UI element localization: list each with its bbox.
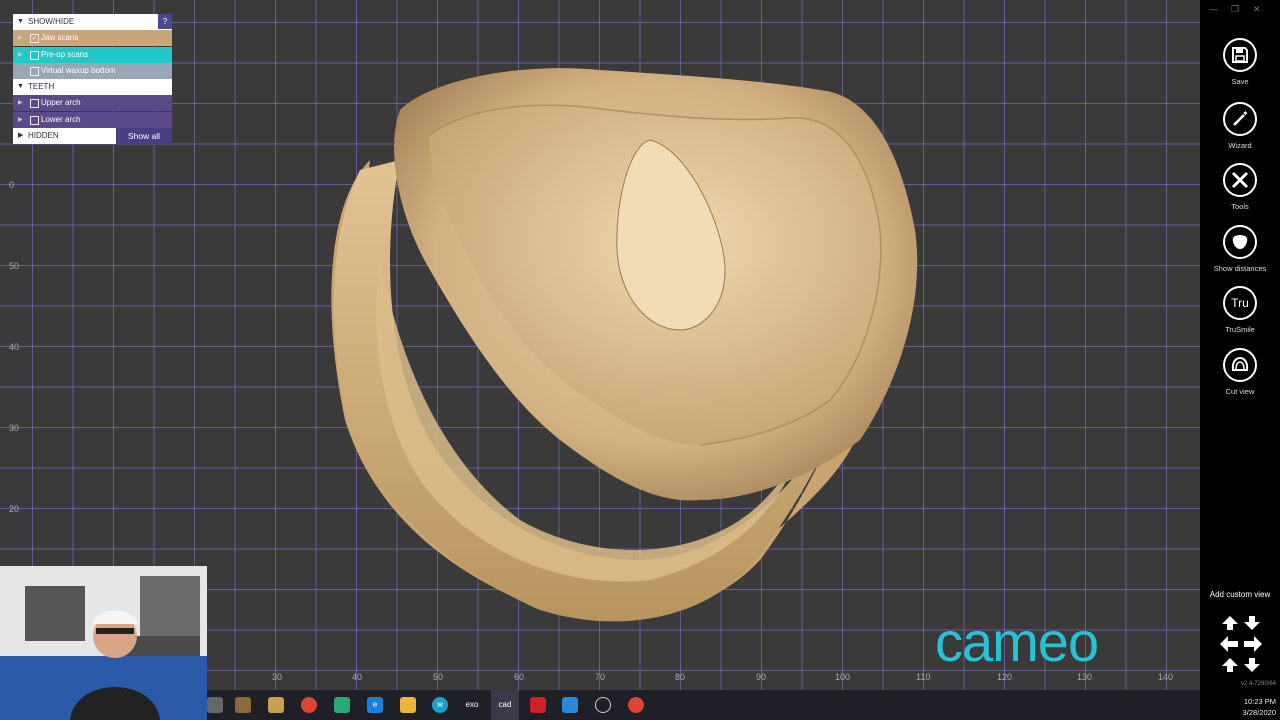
save-icon xyxy=(1223,38,1257,72)
arrow-up-icon[interactable] xyxy=(1222,616,1238,630)
app-icon[interactable]: w xyxy=(432,697,448,713)
show-distances-icon xyxy=(1223,225,1257,259)
arrow-right-icon[interactable] xyxy=(1244,636,1262,652)
layer-label: Pre-op scans xyxy=(41,49,89,59)
virtual-waxup-checkbox[interactable] xyxy=(30,66,39,76)
collapse-triangle-icon[interactable]: ▼ xyxy=(17,79,24,95)
layer-lower-arch[interactable]: ▶ Lower arch xyxy=(13,111,172,128)
clock-time: 10:23 PM xyxy=(1243,697,1276,706)
cut-view-label: Cut view xyxy=(1225,387,1255,396)
edge-icon[interactable]: e xyxy=(367,697,383,713)
expand-arrow-icon[interactable]: ▶ xyxy=(18,47,23,63)
arrow-left-icon[interactable] xyxy=(1220,636,1238,652)
restore-icon[interactable]: ❐ xyxy=(1231,4,1239,15)
hidden-header[interactable]: ▶ HIDDEN Show all xyxy=(13,128,172,145)
app-icon[interactable] xyxy=(334,697,350,713)
trusmile-button[interactable]: Tru TruSmile xyxy=(1200,286,1280,334)
teeth-label: TEETH xyxy=(28,82,55,92)
trusmile-label: TruSmile xyxy=(1225,325,1255,334)
expand-arrow-icon[interactable]: ▶ xyxy=(18,30,23,46)
layer-label: Virtual waxup bottom xyxy=(41,65,116,75)
app-icon[interactable] xyxy=(595,697,611,713)
chrome-icon[interactable] xyxy=(628,697,644,713)
wizard-label: Wizard xyxy=(1228,141,1252,150)
version-label: v2.4-7290/64 xyxy=(1240,681,1276,687)
system-clock[interactable]: 10:23 PM 3/28/2020 xyxy=(1200,690,1280,720)
folder-icon[interactable] xyxy=(400,697,416,713)
expand-arrow-icon[interactable]: ▶ xyxy=(18,95,23,111)
logo-text: cameo xyxy=(935,610,1099,673)
layer-label: Jaw scans xyxy=(41,33,79,43)
wizard-button[interactable]: ✦ Wizard xyxy=(1200,102,1280,150)
taskbar: e w exo cad xyxy=(207,690,1200,720)
lower-arch-checkbox[interactable] xyxy=(30,115,39,125)
show-hide-label: SHOW/HIDE xyxy=(28,17,75,26)
help-button[interactable]: ? xyxy=(158,14,172,29)
save-label: Save xyxy=(1231,77,1249,86)
tools-button[interactable]: Tools xyxy=(1200,163,1280,211)
show-all-button[interactable]: Show all xyxy=(116,128,172,145)
teeth-header[interactable]: ▼ TEETH xyxy=(13,79,172,96)
show-distances-label: Show distances xyxy=(1213,264,1267,273)
cameo-logo: cameo xyxy=(935,612,1195,676)
jaw-scans-checkbox[interactable]: ✓ xyxy=(30,34,39,44)
chrome-icon[interactable] xyxy=(301,697,317,713)
layer-preop-scans[interactable]: ▶ Pre-op scans xyxy=(13,46,172,63)
layer-label: Upper arch xyxy=(41,98,81,108)
layer-upper-arch[interactable]: ▶ Upper arch xyxy=(13,95,172,112)
app-icon[interactable] xyxy=(235,697,251,713)
arrow-down-icon[interactable] xyxy=(1244,616,1260,630)
tools-icon xyxy=(1223,163,1257,197)
exo-app-button[interactable]: exo xyxy=(459,697,485,713)
app-icon[interactable] xyxy=(207,697,223,713)
pdf-icon[interactable] xyxy=(530,697,546,713)
webcam-image xyxy=(0,566,207,720)
svg-text:✦: ✦ xyxy=(1242,109,1249,118)
arrow-down-icon[interactable] xyxy=(1244,658,1260,672)
trusmile-icon: Tru xyxy=(1223,286,1257,320)
show-hide-header[interactable]: ▼ SHOW/HIDE ? xyxy=(13,14,172,30)
show-distances-button[interactable]: Show distances xyxy=(1200,225,1280,273)
app-icon[interactable] xyxy=(562,697,578,713)
layer-virtual-waxup[interactable]: Virtual waxup bottom xyxy=(13,62,172,79)
collapse-triangle-icon[interactable]: ▼ xyxy=(17,14,24,30)
save-button[interactable]: Save xyxy=(1200,38,1280,86)
expand-arrow-icon[interactable]: ▶ xyxy=(18,112,23,128)
right-toolbar: — ❐ ✕ Save ✦ Wizard Tools Show distances… xyxy=(1200,0,1280,720)
preop-scans-checkbox[interactable] xyxy=(30,50,39,60)
add-custom-view-button[interactable]: Add custom view xyxy=(1200,590,1280,599)
upper-arch-checkbox[interactable] xyxy=(30,99,39,109)
app-icon[interactable] xyxy=(268,697,284,713)
webcam-overlay xyxy=(0,566,207,720)
hidden-label: HIDDEN xyxy=(28,131,59,141)
wizard-icon: ✦ xyxy=(1223,102,1257,136)
view-arrows[interactable] xyxy=(1218,614,1264,674)
layer-jaw-scans[interactable]: ▶ ✓ Jaw scans xyxy=(13,30,172,47)
expand-triangle-icon[interactable]: ▶ xyxy=(18,128,23,144)
arrow-up-icon[interactable] xyxy=(1222,658,1238,672)
cut-view-icon xyxy=(1223,348,1257,382)
clock-date: 3/28/2020 xyxy=(1242,708,1276,717)
layer-label: Lower arch xyxy=(41,114,81,124)
tools-label: Tools xyxy=(1231,202,1249,211)
close-icon[interactable]: ✕ xyxy=(1253,4,1261,15)
cad-app-button[interactable]: cad xyxy=(491,690,519,720)
show-hide-panel: ▼ SHOW/HIDE ? ▶ ✓ Jaw scans ▶ Pre-op sca… xyxy=(13,14,172,145)
cut-view-button[interactable]: Cut view xyxy=(1200,348,1280,396)
minimize-icon[interactable]: — xyxy=(1209,4,1218,14)
